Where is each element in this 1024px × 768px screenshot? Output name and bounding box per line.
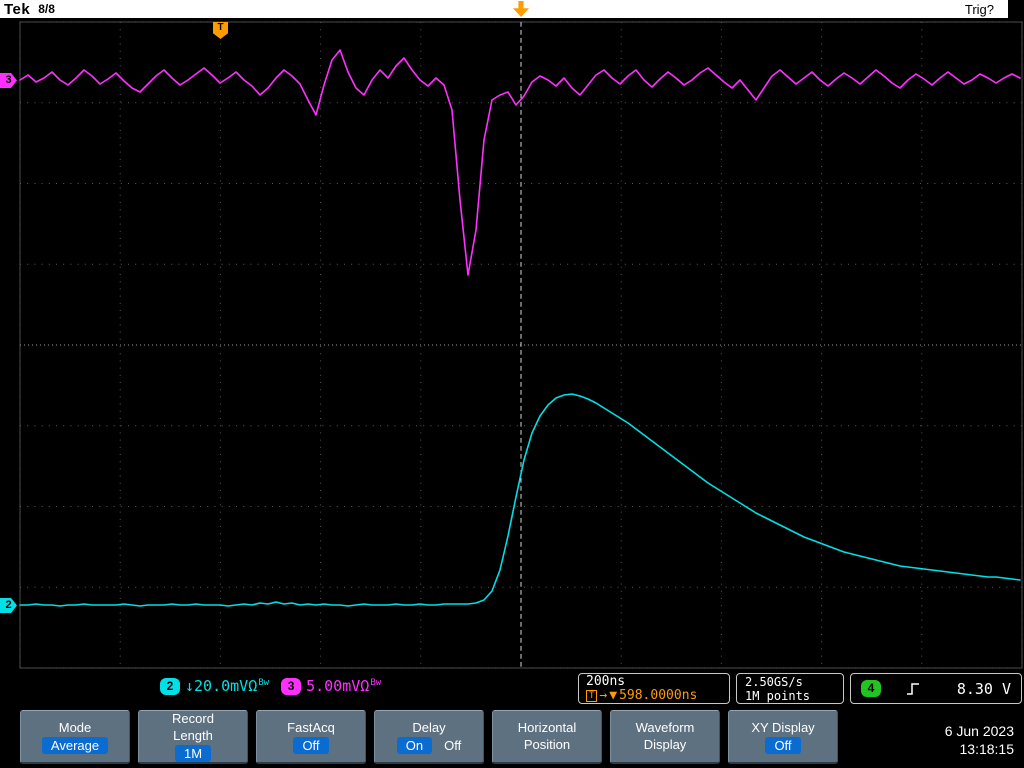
xy-display-value: Off xyxy=(765,736,801,754)
rising-edge-icon xyxy=(907,682,919,695)
record-length-value: 1M xyxy=(174,745,212,762)
mode-value: Average xyxy=(41,736,109,754)
trigger-level: 8.30 V xyxy=(956,679,1011,698)
ch2-readout[interactable]: 2 ↓20.0mVΩBw xyxy=(160,677,269,695)
channel-readouts: 2 ↓20.0mVΩBw 3 5.00mVΩBw xyxy=(160,677,381,695)
graticule xyxy=(19,21,1023,669)
arrow-right-icon: → xyxy=(599,688,608,703)
date-time: 6 Jun 2023 13:18:15 xyxy=(945,722,1014,758)
horizontal-readout-box[interactable]: 200ns T → ▼ 598.0000ns xyxy=(578,673,730,704)
trigger-source-badge[interactable]: 4 xyxy=(861,680,881,697)
ch2-badge[interactable]: 2 xyxy=(160,677,180,695)
sample-rate-box[interactable]: 2.50GS/s 1M points xyxy=(736,673,844,704)
trigger-t-icon: T xyxy=(586,690,598,702)
delay-on-value: On xyxy=(396,736,433,754)
date: 6 Jun 2023 xyxy=(944,723,1014,739)
readout-bar: 2 ↓20.0mVΩBw 3 5.00mVΩBw 200ns T → ▼ 598… xyxy=(0,672,1024,706)
grid-lines xyxy=(19,21,1023,669)
time: 13:18:15 xyxy=(959,741,1015,757)
timebase-scale: 200ns xyxy=(586,674,626,689)
oscilloscope-screen: Tek 8/8 Trig? 3 2 T 2 ↓20.0mVΩBw 3 5.00m… xyxy=(0,0,1024,768)
horizontal-position-button[interactable]: Horizontal Position xyxy=(492,710,602,764)
bottom-menu-bar: Mode Average Record Length 1M FastAcq Of… xyxy=(0,710,1024,768)
fastacq-value: Off xyxy=(293,736,329,754)
ch3-scale: 5.00mVΩBw xyxy=(306,677,382,695)
delay-readout: T → ▼ 598.0000ns xyxy=(586,689,722,703)
delay-off-label: Off xyxy=(444,737,462,753)
sample-rate: 2.50GS/s xyxy=(745,675,803,689)
delay-marker-icon: ▼ xyxy=(609,688,618,703)
ch2-scale: ↓20.0mVΩBw xyxy=(185,677,270,695)
ch3-readout[interactable]: 3 5.00mVΩBw xyxy=(281,677,381,695)
waveform-ch3 xyxy=(19,49,1021,276)
delay-button[interactable]: Delay On Off xyxy=(374,710,484,764)
trigger-readout-box[interactable]: 4 8.30 V xyxy=(850,673,1022,704)
ch3-badge[interactable]: 3 xyxy=(281,677,302,695)
fastacq-button[interactable]: FastAcq Off xyxy=(256,710,366,764)
record-length-button[interactable]: Record Length 1M xyxy=(138,710,248,764)
delay-value: 598.0000ns xyxy=(619,688,698,703)
mode-button[interactable]: Mode Average xyxy=(20,710,130,764)
record-points: 1M points xyxy=(745,689,811,703)
xy-display-button[interactable]: XY Display Off xyxy=(728,710,838,764)
waveform-display-button[interactable]: Waveform Display xyxy=(610,710,720,764)
